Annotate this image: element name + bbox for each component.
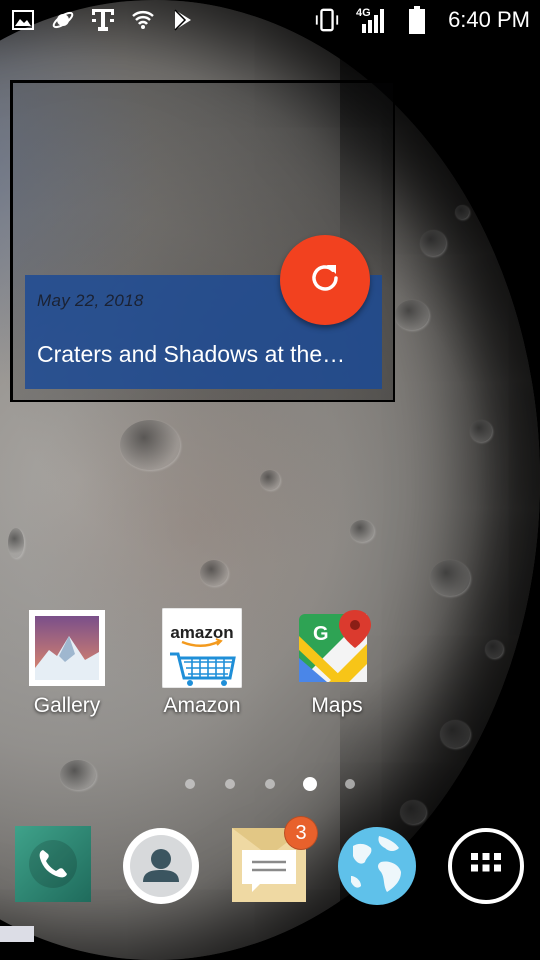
system-icons: 4G 6:40 PM — [314, 6, 530, 34]
app-gallery[interactable]: Gallery — [12, 608, 122, 718]
contacts-icon — [121, 828, 201, 910]
page-indicator — [0, 776, 540, 792]
signal-icon: 4G — [354, 7, 390, 33]
status-bar: 4G 6:40 PM — [0, 0, 540, 40]
battery-icon — [404, 6, 430, 34]
watermark-badge — [0, 926, 34, 942]
dock-messages[interactable]: 3 — [230, 816, 318, 908]
image-of-the-day-widget[interactable]: May 22, 2018 Craters and Shadows at the… — [10, 80, 395, 402]
messages-icon — [230, 828, 308, 908]
app-label: Gallery — [33, 694, 101, 717]
network-type: 4G — [356, 7, 371, 19]
saturn-icon — [50, 7, 76, 33]
page-dot[interactable] — [185, 779, 195, 789]
vibrate-icon — [314, 7, 340, 33]
amazon-logo-text: amazon — [170, 623, 233, 642]
image-icon — [10, 7, 36, 33]
refresh-icon — [307, 260, 343, 301]
app-maps[interactable]: G Maps — [282, 608, 392, 718]
wifi-icon — [130, 7, 156, 33]
maps-logo-text: G — [313, 623, 329, 645]
clock: 6:40 PM — [448, 7, 530, 32]
app-label: Maps — [311, 694, 363, 717]
widget-title: Craters and Shadows at the… — [37, 341, 346, 367]
refresh-button[interactable] — [280, 235, 370, 325]
dock-contacts[interactable] — [121, 826, 201, 906]
dock-phone[interactable] — [15, 826, 95, 906]
app-label: Amazon — [163, 694, 241, 717]
apps-grid-icon — [446, 828, 526, 910]
page-dot[interactable] — [345, 779, 355, 789]
dock-app-drawer[interactable] — [446, 826, 526, 906]
gallery-icon — [27, 608, 107, 688]
notification-icons — [10, 7, 196, 33]
page-dot[interactable] — [225, 779, 235, 789]
dock-browser[interactable] — [337, 826, 417, 906]
t-mobile-icon — [90, 7, 116, 33]
maps-icon: G — [297, 608, 377, 688]
app-amazon[interactable]: amazon Amazon — [147, 607, 257, 718]
play-store-icon — [170, 7, 196, 33]
amazon-icon: amazon — [161, 607, 243, 689]
page-dot-active[interactable] — [303, 777, 317, 791]
unread-badge: 3 — [284, 816, 318, 850]
page-dot[interactable] — [265, 779, 275, 789]
globe-icon — [337, 827, 417, 910]
phone-icon — [15, 826, 91, 906]
